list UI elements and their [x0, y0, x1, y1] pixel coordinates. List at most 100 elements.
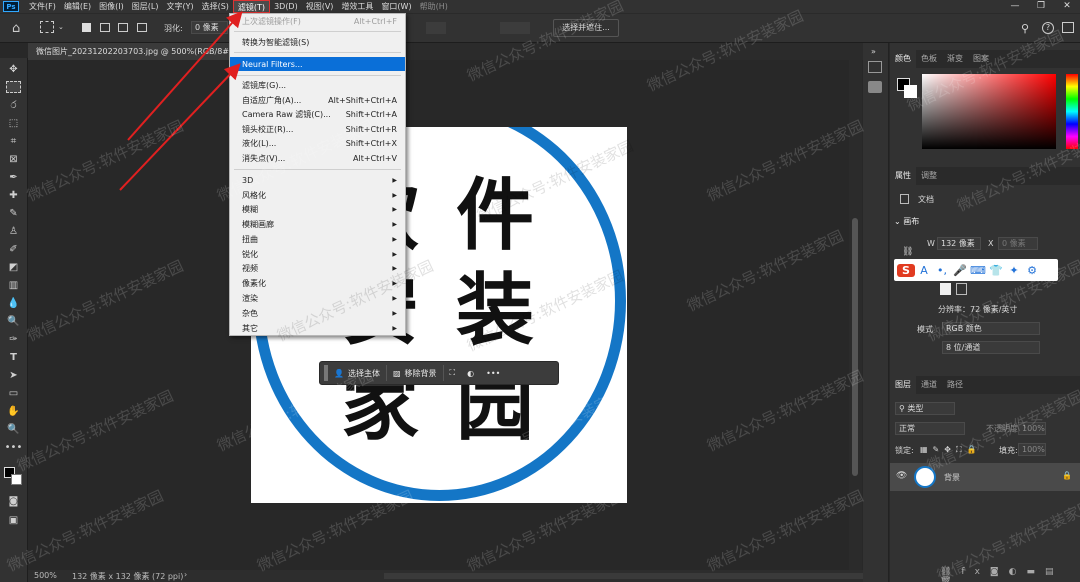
select-and-mask-button[interactable]: 选择并遮住...	[553, 19, 619, 37]
tab-channels[interactable]: 通道	[916, 376, 942, 394]
link-icon[interactable]: ⛓	[902, 247, 913, 257]
menu-type[interactable]: 文字(Y)	[162, 0, 197, 13]
blur-tool-icon[interactable]: 💧	[6, 297, 21, 309]
skin-icon[interactable]: 👕	[987, 264, 1005, 277]
healing-brush-tool-icon[interactable]: ✚	[6, 189, 21, 201]
menu-item-smart-filter[interactable]: 转换为智能滤镜(S)	[230, 35, 405, 49]
ime-logo[interactable]: S	[897, 263, 915, 277]
tab-gradients[interactable]: 渐变	[942, 50, 968, 68]
width-input[interactable]	[426, 22, 446, 34]
tab-swatches[interactable]: 色板	[916, 50, 942, 68]
menu-item-stylize[interactable]: 风格化 ▶	[230, 188, 405, 202]
frame-tool-icon[interactable]: ⊠	[6, 153, 21, 165]
adjust-button[interactable]: ◐	[461, 364, 480, 382]
menu-item-adaptive-wide-angle[interactable]: 自适应广角(A)... Alt+Shift+Ctrl+A	[230, 93, 405, 107]
screen-mode-icon[interactable]: ▣	[6, 514, 21, 526]
select-subject-button[interactable]: 👤 选择主体	[328, 364, 386, 382]
fill-input[interactable]: 100%	[1018, 443, 1046, 456]
collapse-icon[interactable]: »	[871, 47, 876, 56]
more-tools-icon[interactable]: •••	[5, 441, 23, 453]
layer-actions[interactable]: ⛓fx◙◐▬▤🗑	[940, 567, 1080, 582]
menu-file[interactable]: 文件(F)	[25, 0, 60, 13]
layer-row[interactable]: 👁 背景 🔒	[890, 463, 1080, 491]
menu-filter[interactable]: 滤镜(T)	[232, 0, 271, 13]
tab-paths[interactable]: 路径	[942, 376, 968, 394]
intersect-selection-icon[interactable]	[137, 23, 147, 32]
more-button[interactable]: •••	[480, 364, 506, 382]
menu-item-sharpen[interactable]: 锐化 ▶	[230, 247, 405, 261]
doc-info[interactable]: 132 像素 x 132 像素 (72 ppi)	[72, 571, 183, 582]
menu-item-vanishing-point[interactable]: 消失点(V)... Alt+Ctrl+V	[230, 151, 405, 165]
subtract-selection-icon[interactable]	[118, 23, 128, 32]
menu-item-blur-gallery[interactable]: 模糊画廊 ▶	[230, 217, 405, 231]
eraser-tool-icon[interactable]: ◩	[6, 261, 21, 273]
horizontal-scrollbar[interactable]	[384, 573, 874, 579]
move-tool-icon[interactable]: ✥	[6, 63, 21, 75]
eye-icon[interactable]: 👁	[896, 471, 907, 481]
comments-panel-icon[interactable]	[868, 81, 882, 93]
crop-tool-icon[interactable]: ⌗	[6, 135, 21, 147]
bg-color-chip[interactable]	[904, 85, 917, 98]
tab-properties[interactable]: 属性	[890, 167, 916, 185]
lock-icons[interactable]: ▦✎✥⛶🔒	[920, 445, 982, 455]
menu-item-video[interactable]: 视频 ▶	[230, 261, 405, 275]
menu-item-noise[interactable]: 杂色 ▶	[230, 306, 405, 320]
maximize-button[interactable]: ❐	[1028, 0, 1054, 13]
tab-adjustments[interactable]: 调整	[916, 167, 942, 185]
menu-layer[interactable]: 图层(L)	[128, 0, 163, 13]
orientation-portrait-icon[interactable]	[940, 283, 951, 295]
zoom-level[interactable]: 500%	[34, 571, 57, 580]
menu-item-filter-gallery[interactable]: 滤镜库(G)...	[230, 78, 405, 92]
eyedropper-tool-icon[interactable]: ✒	[6, 171, 21, 183]
menu-item-render[interactable]: 渲染 ▶	[230, 291, 405, 305]
menu-item-liquify[interactable]: 液化(L)... Shift+Ctrl+X	[230, 136, 405, 150]
bit-depth-select[interactable]: 8 位/通道	[942, 341, 1040, 354]
tab-patterns[interactable]: 图案	[968, 50, 994, 68]
menu-item-distort[interactable]: 扭曲 ▶	[230, 232, 405, 246]
clone-stamp-tool-icon[interactable]: ♙	[6, 225, 21, 237]
microphone-icon[interactable]: 🎤	[951, 264, 969, 277]
workspace-icon[interactable]	[1062, 22, 1074, 33]
mode-select[interactable]: RGB 颜色	[942, 322, 1040, 335]
menu-image[interactable]: 图像(I)	[95, 0, 128, 13]
rect-marquee-tool-icon[interactable]	[6, 81, 21, 93]
menu-select[interactable]: 选择(S)	[198, 0, 233, 13]
close-button[interactable]: ✕	[1054, 0, 1080, 13]
pen-tool-icon[interactable]: ✑	[6, 333, 21, 345]
menu-item-pixelate[interactable]: 像素化 ▶	[230, 276, 405, 290]
feather-input[interactable]: 0 像素	[191, 21, 228, 34]
opacity-input[interactable]: 100%	[1018, 422, 1046, 435]
menu-edit[interactable]: 编辑(E)	[60, 0, 95, 13]
remove-bg-button[interactable]: ▨ 移除背景	[387, 364, 443, 382]
chevron-down-icon[interactable]: ⌄	[58, 23, 64, 31]
gradient-tool-icon[interactable]: ▥	[6, 279, 21, 291]
vertical-scrollbar[interactable]	[849, 60, 862, 570]
menu-item-camera-raw[interactable]: Camera Raw 滤镜(C)... Shift+Ctrl+A	[230, 107, 405, 121]
canvas-width-input[interactable]: 132 像素	[937, 237, 981, 250]
menu-plugins[interactable]: 增效工具	[337, 0, 377, 13]
canvas-section-title[interactable]: ⌄ 画布	[894, 216, 919, 227]
menu-item-blur[interactable]: 模糊 ▶	[230, 202, 405, 216]
rectangle-tool-icon[interactable]: ▭	[6, 387, 21, 399]
background-color-swatch[interactable]	[11, 474, 22, 485]
type-tool-icon[interactable]: T	[6, 351, 21, 363]
hand-tool-icon[interactable]: ✋	[6, 405, 21, 417]
home-icon[interactable]: ⌂	[12, 21, 20, 36]
hue-slider[interactable]	[1066, 74, 1078, 149]
color-picker-field[interactable]	[922, 74, 1056, 149]
lasso-tool-icon[interactable]: ර	[6, 99, 21, 111]
menu-item-neural-filters[interactable]: Neural Filters...	[230, 57, 405, 71]
menu-3d[interactable]: 3D(D)	[270, 0, 302, 13]
layer-kind-filter[interactable]: ⚲ 类型	[895, 402, 955, 415]
add-selection-icon[interactable]	[100, 23, 110, 32]
scrollbar-thumb[interactable]	[852, 218, 858, 476]
minimize-button[interactable]: —	[1002, 0, 1028, 13]
zoom-tool-icon[interactable]: 🔍	[6, 423, 21, 435]
brush-tool-icon[interactable]: ✎	[6, 207, 21, 219]
quick-mask-icon[interactable]: ◙	[6, 495, 21, 507]
path-select-tool-icon[interactable]: ➤	[6, 369, 21, 381]
tab-layers[interactable]: 图层	[890, 376, 916, 394]
tab-document[interactable]: 微信图片_20231202203703.jpg @ 500%(RGB/8#)	[28, 43, 241, 60]
height-input[interactable]	[500, 22, 530, 34]
menu-view[interactable]: 视图(V)	[302, 0, 338, 13]
